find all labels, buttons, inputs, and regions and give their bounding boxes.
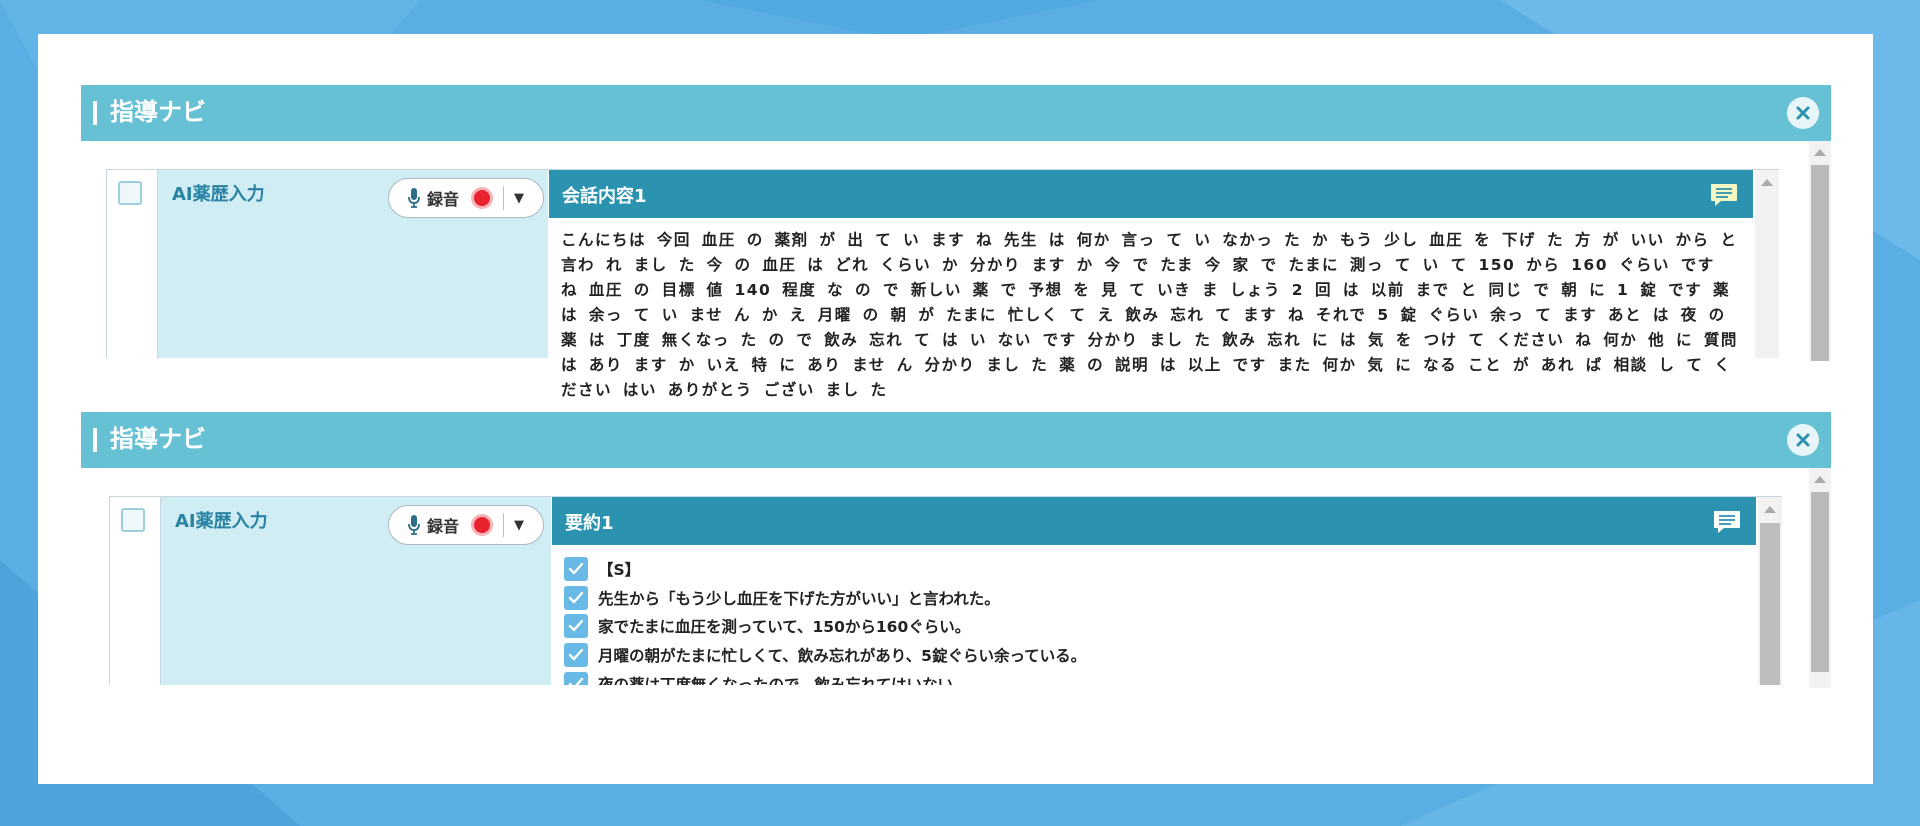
summary-item-text: 先生から「もう少し血圧を下げた方がいい」と言われた。 (598, 589, 1000, 608)
summary-item-text: 家でたまに血圧を測っていて、150から160ぐらい。 (598, 618, 971, 637)
content-title: 会話内容1 (562, 186, 647, 207)
check-icon[interactable] (564, 585, 588, 610)
chevron-down-icon[interactable]: ▼ (514, 191, 524, 206)
summary-item: 先生から「もう少し血圧を下げた方がいい」と言われた。 (564, 584, 1744, 613)
main-card: 指導ナビ AI薬歴入力 録音 ▼ 会話内容1 こんにちは 今回 血圧 の 薬剤 … (38, 34, 1873, 784)
scroll-up-arrow-icon[interactable] (1814, 149, 1826, 156)
close-icon (1796, 106, 1810, 120)
close-icon (1796, 433, 1810, 447)
label-column: AI薬歴入力 録音 ▼ (161, 497, 551, 685)
record-button[interactable]: 録音 ▼ (388, 505, 544, 545)
header-accent-bar (93, 428, 97, 452)
panel-scrollbar[interactable] (1809, 141, 1831, 361)
check-icon[interactable] (564, 614, 588, 639)
guidance-panel-1: 指導ナビ AI薬歴入力 録音 ▼ 会話内容1 こんにちは 今回 血圧 の 薬剤 … (81, 85, 1831, 399)
mic-icon (408, 515, 420, 535)
entry-checkbox[interactable] (121, 508, 145, 532)
panel-scrollbar[interactable] (1809, 468, 1831, 688)
scrollbar-thumb[interactable] (1811, 165, 1829, 361)
panel-header: 指導ナビ (81, 412, 1831, 468)
panel-body: AI薬歴入力 録音 ▼ 会話内容1 こんにちは 今回 血圧 の 薬剤 が 出 て… (81, 141, 1831, 399)
select-column (110, 497, 161, 685)
record-label: 録音 (427, 190, 460, 209)
summary-item: 夜の薬は丁度無くなったので、飲み忘れてはいない。 (564, 669, 1744, 685)
scroll-up-arrow-icon[interactable] (1761, 179, 1773, 186)
summary-list: 【S】先生から「もう少し血圧を下げた方がいい」と言われた。 家でたまに血圧を測って… (564, 555, 1744, 685)
guidance-panel-2: 指導ナビ AI薬歴入力 録音 ▼ 要約1 【S】 先生から「もう少し血圧を下げた… (81, 412, 1831, 688)
scroll-up-arrow-icon[interactable] (1814, 476, 1826, 483)
check-icon[interactable] (564, 557, 588, 582)
comment-icon[interactable] (1712, 507, 1742, 537)
summary-item-text: 月曜の朝がたまに忙しくて、飲み忘れがあり、5錠ぐらい余っている。 (598, 647, 1087, 666)
content-header: 会話内容1 (549, 170, 1753, 218)
close-button[interactable] (1787, 97, 1819, 129)
record-button[interactable]: 録音 ▼ (388, 178, 544, 218)
summary-item: 家でたまに血圧を測っていて、150から160ぐらい。 (564, 612, 1744, 641)
check-icon[interactable] (564, 643, 588, 668)
content-column: 要約1 【S】先生から「もう少し血圧を下げた方がいい」と言われた。 家でたまに血圧… (552, 497, 1756, 685)
select-column (107, 170, 158, 358)
record-dot-icon (471, 187, 494, 209)
content-scrollbar[interactable] (1758, 497, 1782, 685)
content-title: 要約1 (565, 513, 614, 534)
panel-body: AI薬歴入力 録音 ▼ 要約1 【S】 先生から「もう少し血圧を下げた方がいい」… (81, 468, 1831, 688)
panel-title: 指導ナビ (110, 98, 206, 126)
panel-title: 指導ナビ (110, 425, 206, 453)
content-scrollbar[interactable] (1755, 170, 1779, 358)
ai-history-input-label: AI薬歴入力 (175, 511, 268, 532)
mic-icon (408, 188, 420, 208)
header-accent-bar (93, 101, 97, 125)
summary-item-text: 夜の薬は丁度無くなったので、飲み忘れてはいない。 (598, 675, 969, 685)
content-header: 要約1 (552, 497, 1756, 545)
history-entry: AI薬歴入力 録音 ▼ 要約1 【S】 先生から「もう少し血圧を下げた方がいい」… (109, 496, 1782, 685)
chevron-down-icon[interactable]: ▼ (514, 518, 524, 533)
divider (503, 513, 505, 537)
scrollbar-thumb[interactable] (1760, 523, 1780, 685)
comment-icon[interactable] (1709, 180, 1739, 210)
content-column: 会話内容1 こんにちは 今回 血圧 の 薬剤 が 出 て い ます ね 先生 は… (549, 170, 1753, 399)
scroll-up-arrow-icon[interactable] (1764, 506, 1776, 513)
record-dot-icon (471, 514, 494, 536)
ai-history-input-label: AI薬歴入力 (172, 184, 265, 205)
scrollbar-thumb[interactable] (1811, 492, 1829, 672)
summary-item: 【S】 (564, 555, 1744, 584)
conversation-text: こんにちは 今回 血圧 の 薬剤 が 出 て い ます ね 先生 は 何か 言っ… (561, 231, 1738, 399)
summary-item: 月曜の朝がたまに忙しくて、飲み忘れがあり、5錠ぐらい余っている。 (564, 641, 1744, 670)
record-label: 録音 (427, 517, 460, 536)
divider (503, 186, 505, 210)
panel-header: 指導ナビ (81, 85, 1831, 141)
check-icon[interactable] (564, 671, 588, 685)
summary-item-text: 【S】 (598, 561, 641, 580)
close-button[interactable] (1787, 424, 1819, 456)
label-column: AI薬歴入力 録音 ▼ (158, 170, 548, 358)
history-entry: AI薬歴入力 録音 ▼ 会話内容1 こんにちは 今回 血圧 の 薬剤 が 出 て… (106, 169, 1779, 399)
entry-checkbox[interactable] (118, 181, 142, 205)
